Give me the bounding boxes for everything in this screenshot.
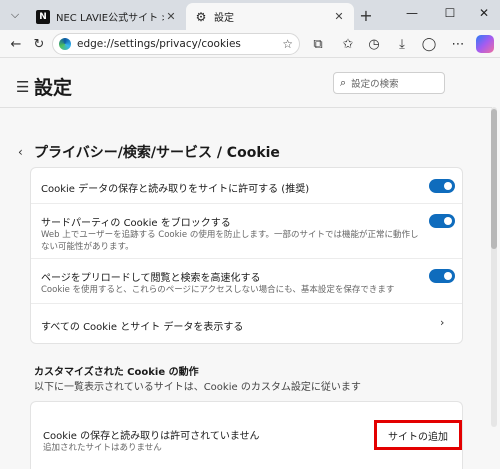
header-divider [0, 107, 492, 108]
breadcrumb: プライバシー/検索/サービス / Cookie [34, 145, 280, 161]
setting-label: サードパーティの Cookie をブロックする [41, 218, 231, 229]
tab-title: 設定 [214, 13, 234, 24]
chevron-right-icon: › [440, 316, 445, 329]
toggle-allow-cookies[interactable] [429, 179, 455, 193]
settings-search-input[interactable]: ⌕ 設定の検索 [333, 72, 445, 94]
toggle-block-third-party[interactable] [429, 214, 455, 228]
cookie-settings-card: Cookie データの保存と読み取りをサイトに許可する (推奨) サードパーティ… [30, 167, 463, 344]
download-icon[interactable]: ⤓ [392, 34, 412, 54]
tab-title: NEC LAVIE公式サイト > サービス&サポート [56, 13, 164, 24]
blocked-description: 追加されたサイトはありません [43, 443, 162, 453]
tab-close-icon[interactable]: ✕ [164, 10, 178, 23]
url-text: edge://settings/privacy/cookies [77, 38, 241, 50]
custom-section-subtitle: 以下に一覧表示されているサイトは、Cookie のカスタム設定に従います [34, 382, 361, 393]
tab-strip: ⌵ N NEC LAVIE公式サイト > サービス&サポート ✕ ⚙ 設定 ✕ … [0, 0, 500, 30]
settings-page: ☰ 設定 ⌕ 設定の検索 ‹ プライバシー/検索/サービス / Cookie C… [0, 59, 500, 469]
history-icon[interactable]: ◷ [364, 34, 384, 54]
copilot-icon[interactable] [476, 35, 494, 53]
back-arrow-icon[interactable]: ← [6, 34, 26, 54]
tab-settings[interactable]: ⚙ 設定 ✕ [186, 3, 354, 30]
blocked-cookies-card: Cookie の保存と読み取りは許可されていません 追加されたサイトはありません… [30, 401, 463, 469]
setting-label: すべての Cookie とサイト データを表示する [41, 322, 244, 333]
setting-row-preload: ページをプリロードして閲覧と検索を高速化する Cookie を使用すると、これら… [31, 259, 462, 304]
tab-actions-chevron-icon[interactable]: ⌵ [4, 5, 26, 25]
favorite-star-icon[interactable]: ☆ [282, 37, 293, 51]
minimize-icon[interactable]: — [402, 6, 422, 20]
setting-label: Cookie データの保存と読み取りをサイトに許可する (推奨) [41, 184, 310, 195]
favorites-icon[interactable]: ✩ [338, 34, 358, 54]
new-tab-plus-icon[interactable]: + [356, 5, 376, 25]
setting-row-allow-cookies: Cookie データの保存と読み取りをサイトに許可する (推奨) [31, 168, 462, 204]
tab-nec[interactable]: N NEC LAVIE公式サイト > サービス&サポート ✕ [28, 3, 186, 30]
hamburger-menu-icon[interactable]: ☰ [16, 78, 29, 96]
page-title: 設定 [34, 77, 73, 99]
blocked-label: Cookie の保存と読み取りは許可されていません [43, 431, 260, 442]
add-site-button[interactable]: サイトの追加 [374, 420, 462, 450]
more-menu-icon[interactable]: ⋯ [448, 34, 468, 54]
setting-row-view-all-cookies[interactable]: すべての Cookie とサイト データを表示する › [31, 304, 462, 344]
edge-logo-icon [59, 38, 71, 50]
refresh-icon[interactable]: ↻ [29, 34, 49, 54]
maximize-icon[interactable]: ☐ [440, 6, 460, 20]
custom-section-title: カスタマイズされた Cookie の動作 [34, 367, 199, 378]
profile-icon[interactable]: ◯ [419, 34, 439, 54]
close-window-icon[interactable]: ✕ [474, 6, 494, 20]
setting-description: Web 上でユーザーを追跡する Cookie の使用を防止します。一部のサイトで… [41, 230, 419, 252]
address-toolbar: ← ↻ edge://settings/privacy/cookies ☆ ⧉ … [0, 30, 500, 58]
back-chevron-icon[interactable]: ‹ [18, 145, 23, 159]
scrollbar-thumb[interactable] [491, 109, 497, 249]
toggle-preload[interactable] [429, 269, 455, 283]
gear-icon: ⚙ [195, 9, 207, 24]
setting-row-block-third-party: サードパーティの Cookie をブロックする Web 上でユーザーを追跡する … [31, 204, 462, 259]
nec-favicon-icon: N [36, 9, 50, 24]
search-placeholder: 設定の検索 [351, 79, 399, 90]
search-icon: ⌕ [340, 76, 347, 89]
address-bar[interactable]: edge://settings/privacy/cookies ☆ [52, 33, 300, 55]
extensions-icon[interactable]: ⧉ [308, 34, 328, 54]
setting-description: Cookie を使用すると、これらのページにアクセスしない場合にも、基本設定を保… [41, 285, 395, 295]
setting-label: ページをプリロードして閲覧と検索を高速化する [41, 273, 261, 284]
tab-close-icon[interactable]: ✕ [332, 10, 346, 23]
